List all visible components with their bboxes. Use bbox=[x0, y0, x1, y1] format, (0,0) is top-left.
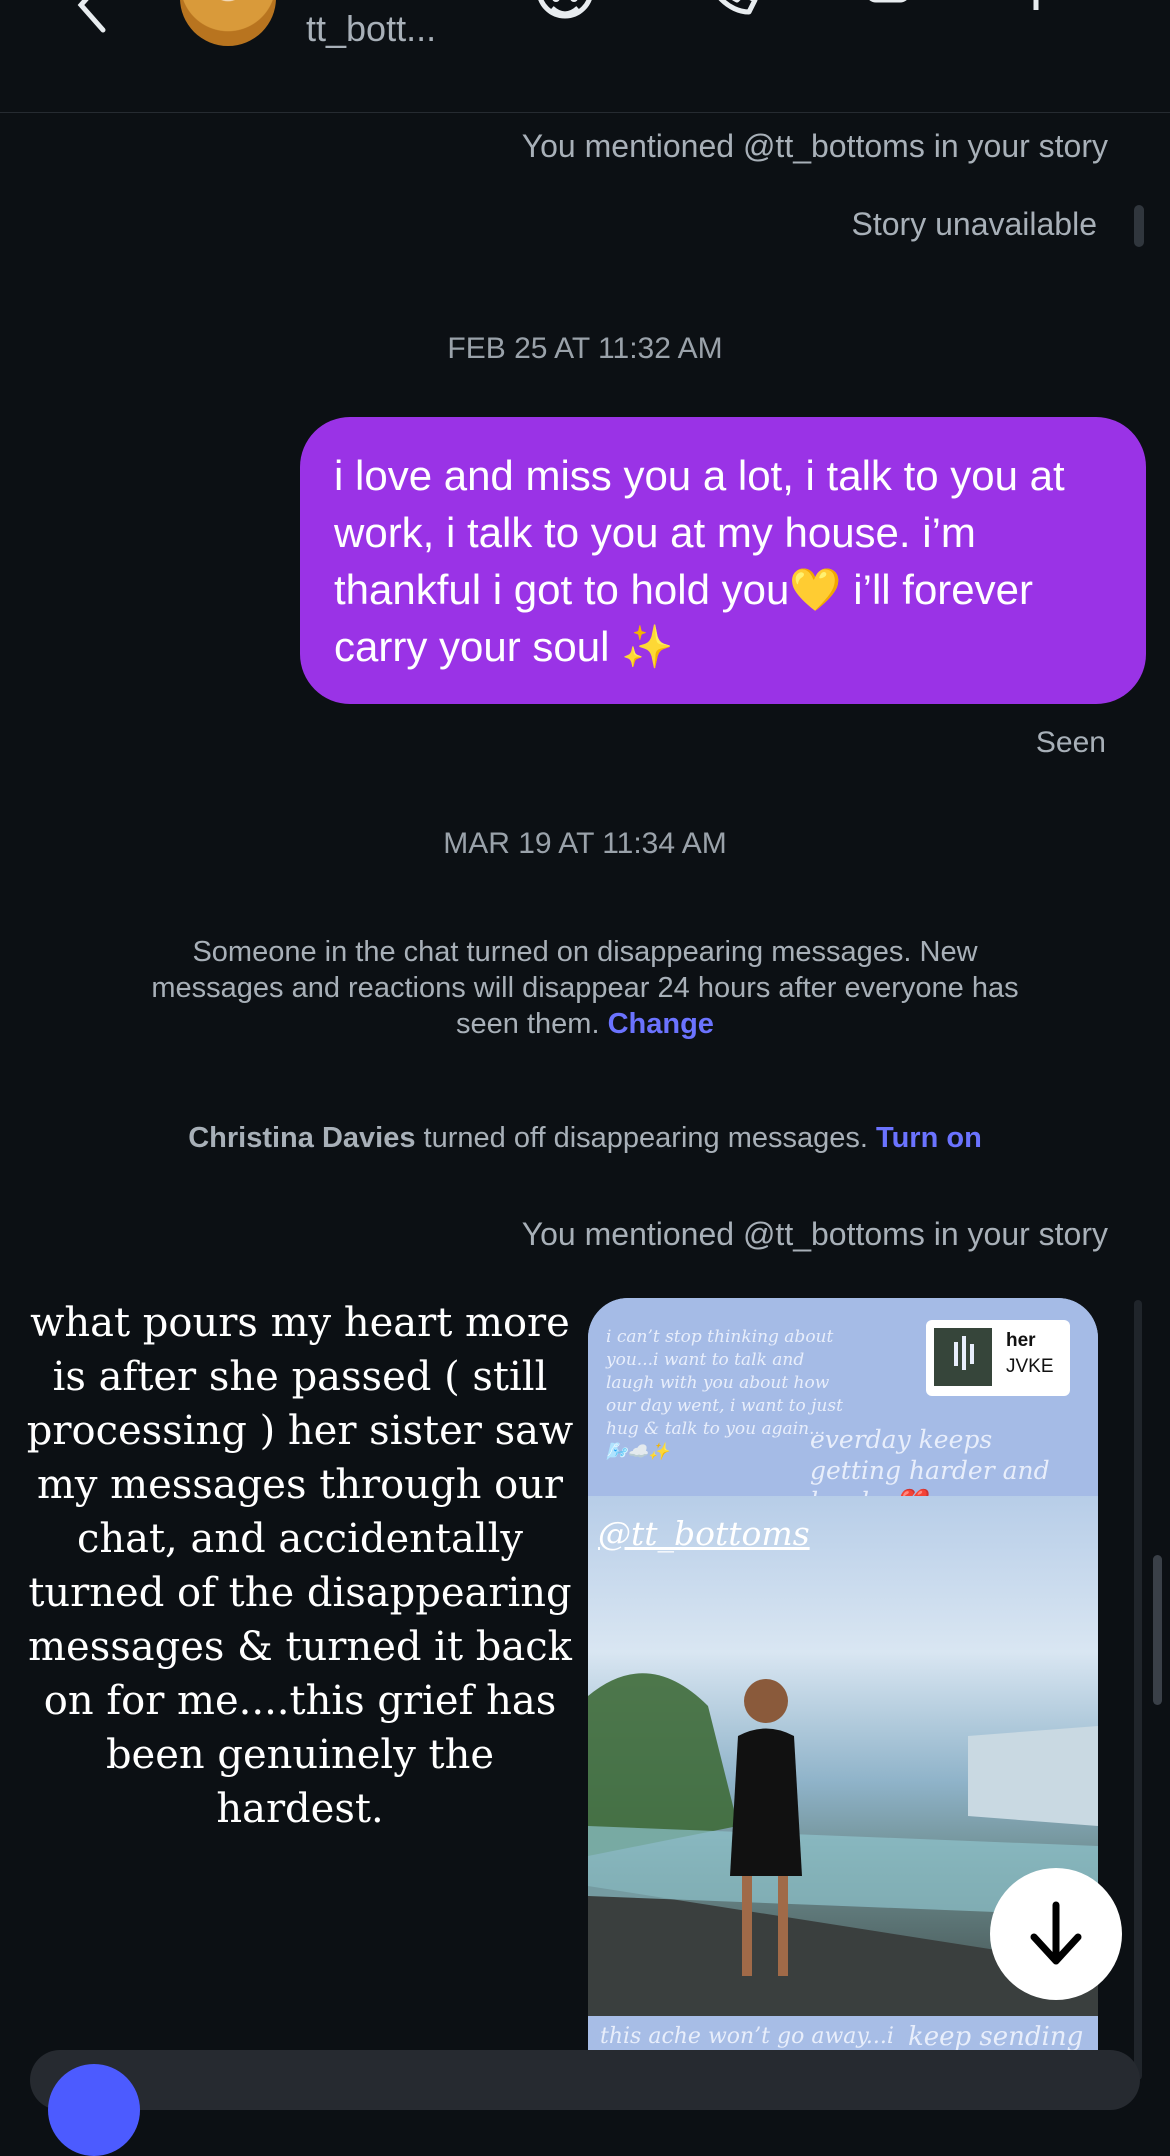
scroll-down-button[interactable] bbox=[990, 1868, 1122, 2000]
arrow-down-icon bbox=[1030, 1901, 1082, 1965]
avatar[interactable] bbox=[180, 0, 276, 46]
camera-button[interactable] bbox=[48, 2064, 140, 2156]
music-bars-icon bbox=[954, 1336, 974, 1370]
music-title: her bbox=[1006, 1330, 1036, 1351]
message-bubble[interactable]: i love and miss you a lot, i talk to you… bbox=[300, 417, 1146, 704]
flag-icon[interactable] bbox=[1010, 0, 1100, 40]
album-art bbox=[934, 1328, 992, 1386]
turnoff-text: turned off disappearing messages. bbox=[423, 1122, 868, 1154]
sticker-icon[interactable] bbox=[520, 0, 610, 40]
story-mention-label: You mentioned @tt_bottoms in your story bbox=[521, 1216, 1108, 1252]
turnoff-notice: Christina Davies turned off disappearing… bbox=[0, 1122, 1170, 1155]
change-link[interactable]: Change bbox=[608, 1008, 714, 1040]
story-unavailable-label[interactable]: Story unavailable bbox=[852, 206, 1097, 243]
scrollbar-track[interactable] bbox=[1134, 1300, 1142, 2080]
story-bottom-left: this ache won’t go away...i bbox=[600, 2024, 894, 2049]
phone-icon[interactable] bbox=[685, 0, 775, 40]
story-mention-label: You mentioned @tt_bottoms in your story bbox=[521, 128, 1108, 164]
video-icon[interactable] bbox=[850, 0, 940, 40]
story-text-area: i can’t stop thinking about you...i want… bbox=[588, 1298, 1098, 1516]
user-name[interactable]: Christina Davies bbox=[188, 1122, 415, 1154]
music-artist: JVKE bbox=[1006, 1356, 1054, 1377]
chat-header: tt_bott... bbox=[0, 0, 1170, 113]
message-composer[interactable] bbox=[30, 2050, 1140, 2110]
disappearing-notice: Someone in the chat turned on disappeari… bbox=[0, 934, 1170, 1042]
header-username[interactable]: tt_bott... bbox=[306, 8, 436, 50]
back-icon[interactable] bbox=[48, 0, 138, 40]
timestamp: MAR 19 AT 11:34 AM bbox=[443, 827, 727, 860]
story-unavailable-bar bbox=[1134, 205, 1144, 247]
overlay-caption: what pours my heart more is after she pa… bbox=[26, 1300, 574, 1832]
story-bottom-right: keep sending bbox=[908, 2022, 1084, 2052]
music-sticker[interactable]: her JVKE bbox=[926, 1320, 1070, 1396]
disappearing-notice-text: Someone in the chat turned on disappeari… bbox=[151, 936, 1019, 1040]
turn-on-link[interactable]: Turn on bbox=[876, 1122, 982, 1154]
scrollbar-thumb[interactable] bbox=[1153, 1555, 1162, 1705]
timestamp: FEB 25 AT 11:32 AM bbox=[447, 332, 723, 365]
seen-status: Seen bbox=[1035, 726, 1106, 759]
